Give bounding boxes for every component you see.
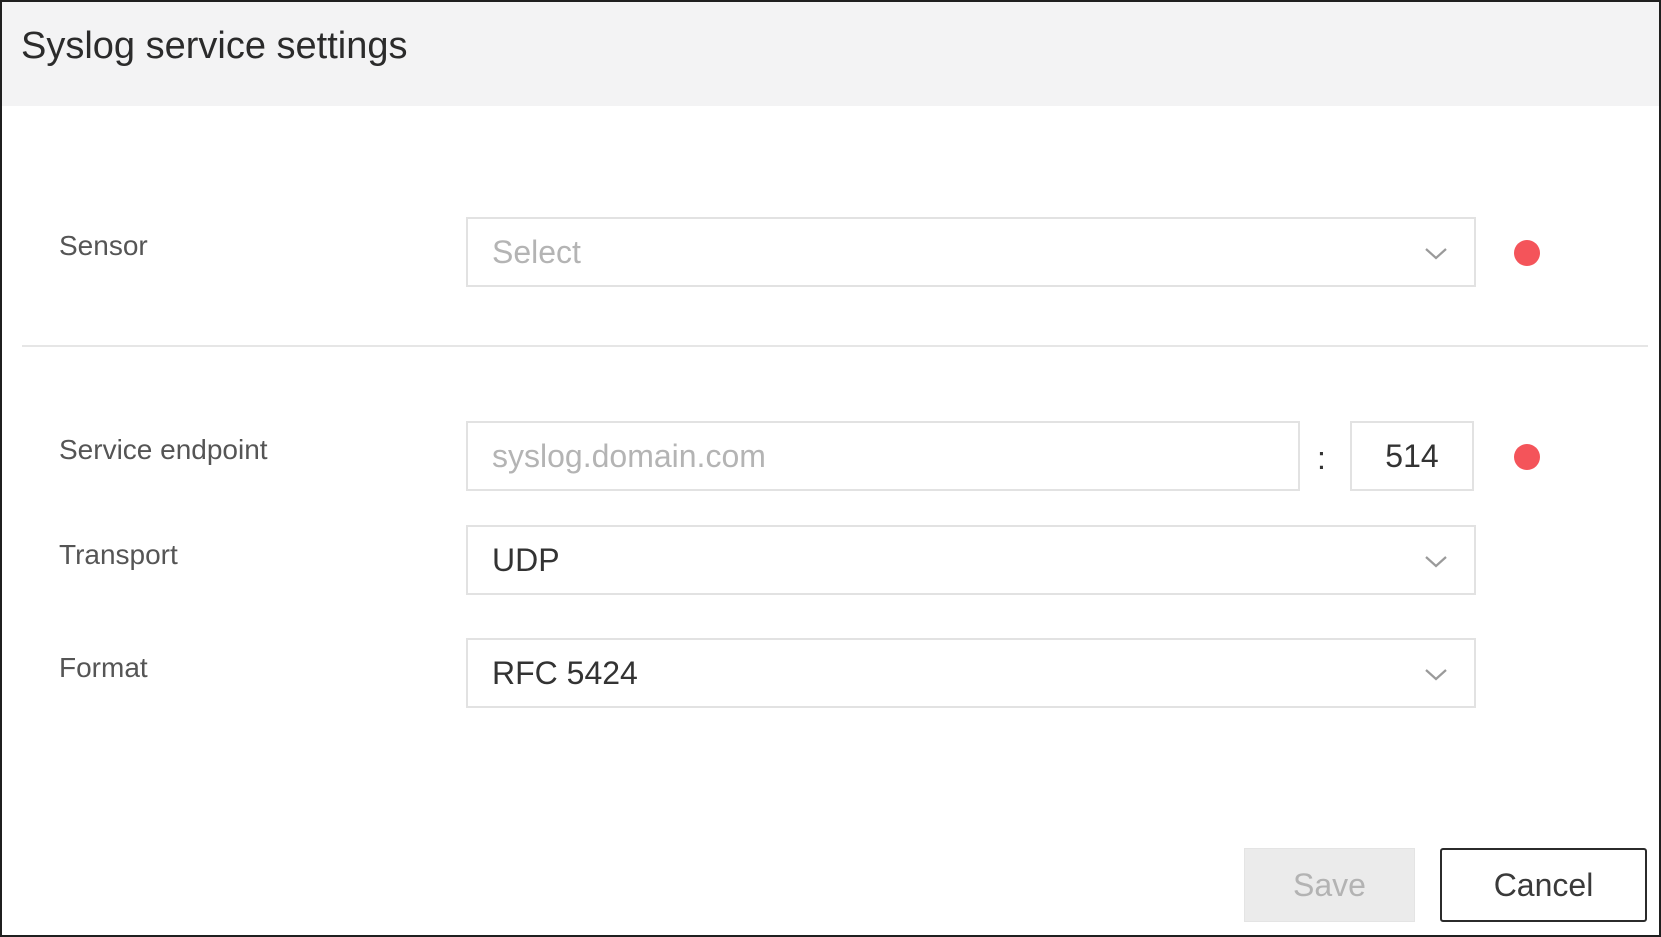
- chevron-down-icon: [1425, 248, 1447, 260]
- cancel-button[interactable]: Cancel: [1440, 848, 1647, 922]
- sensor-select-placeholder: Select: [492, 233, 581, 270]
- chevron-down-icon: [1425, 669, 1447, 681]
- sensor-required-dot-icon: [1514, 240, 1540, 266]
- chevron-down-icon: [1425, 556, 1447, 568]
- transport-label: Transport: [59, 539, 178, 570]
- service-endpoint-port-value: 514: [1385, 437, 1439, 474]
- service-endpoint-label: Service endpoint: [59, 434, 268, 465]
- dialog-title: Syslog service settings: [21, 25, 408, 67]
- dialog-header: Syslog service settings: [2, 2, 1659, 106]
- endpoint-required-dot-icon: [1514, 444, 1540, 470]
- service-endpoint-port-input[interactable]: 514: [1350, 421, 1474, 491]
- sensor-label: Sensor: [59, 230, 148, 261]
- format-label: Format: [59, 652, 148, 683]
- save-button[interactable]: Save: [1244, 848, 1415, 922]
- sensor-select[interactable]: Select: [466, 217, 1476, 287]
- section-divider: [22, 345, 1648, 347]
- host-port-separator: :: [1317, 440, 1326, 476]
- format-select[interactable]: RFC 5424: [466, 638, 1476, 708]
- service-endpoint-host-placeholder: syslog.domain.com: [492, 437, 766, 474]
- syslog-settings-dialog: Syslog service settings Sensor Select Se…: [0, 0, 1661, 937]
- transport-select[interactable]: UDP: [466, 525, 1476, 595]
- transport-selected-value: UDP: [492, 541, 560, 578]
- service-endpoint-host-input[interactable]: syslog.domain.com: [466, 421, 1300, 491]
- format-selected-value: RFC 5424: [492, 654, 638, 691]
